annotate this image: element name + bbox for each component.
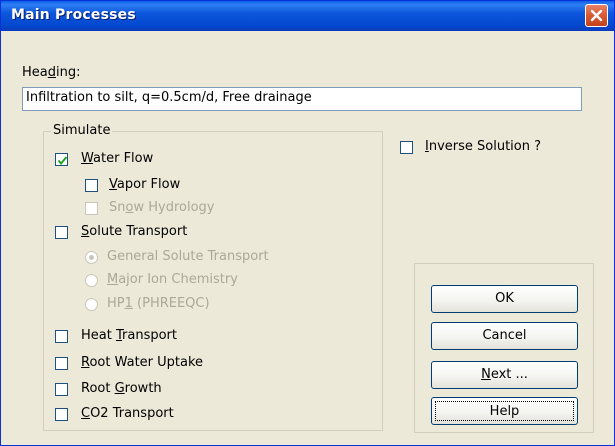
root-water-uptake-checkbox[interactable] [55,357,68,370]
major-ion-label: Major Ion Chemistry [107,272,238,287]
close-button[interactable] [585,4,608,27]
hp1-label: HP1 (PHREEQC) [107,296,210,311]
window-title: Main Processes [11,7,136,23]
root-growth-checkbox[interactable] [55,383,68,396]
heat-transport-label: Heat Transport [81,328,177,343]
main-processes-dialog: Main Processes Heading: Infiltration to … [0,0,615,446]
water-flow-checkbox[interactable] [55,153,68,166]
heading-field[interactable]: Infiltration to silt, q=0.5cm/d, Free dr… [22,87,582,111]
ok-button[interactable]: OK [431,285,578,313]
snow-hydrology-checkbox [85,202,98,215]
general-solute-radio [85,251,98,264]
root-water-uptake-label: Root Water Uptake [81,355,204,370]
vapor-flow-label: Vapor Flow [109,177,181,192]
close-icon [590,9,603,22]
cancel-button[interactable]: Cancel [431,322,578,350]
co2-transport-checkbox[interactable] [55,408,68,421]
next-button[interactable]: Next ... [431,361,578,389]
help-button[interactable]: Help [431,397,578,425]
co2-transport-label: CO2 Transport [81,406,174,421]
inverse-solution-checkbox[interactable] [400,141,413,154]
checkmark-icon [57,156,68,166]
title-bar[interactable]: Main Processes [1,1,614,31]
snow-hydrology-label: Snow Hydrology [109,200,215,215]
hp1-radio [85,298,98,311]
root-growth-label: Root Growth [81,381,162,396]
water-flow-label: Water Flow [81,151,154,166]
heat-transport-checkbox[interactable] [55,330,68,343]
solute-transport-label: Solute Transport [81,224,188,239]
major-ion-radio [85,274,98,287]
inverse-solution-label: Inverse Solution ? [425,139,542,154]
heading-label: Heading: [22,65,81,80]
general-solute-label: General Solute Transport [107,249,269,264]
simulate-group-title: Simulate [51,123,113,138]
vapor-flow-checkbox[interactable] [85,179,98,192]
solute-transport-checkbox[interactable] [55,226,68,239]
